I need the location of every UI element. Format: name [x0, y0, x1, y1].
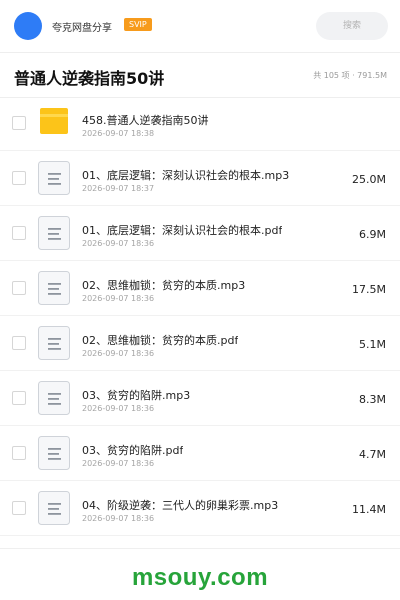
row-checkbox[interactable]	[12, 226, 26, 240]
document-icon	[38, 271, 70, 305]
document-icon	[38, 491, 70, 525]
document-icon	[38, 326, 70, 360]
svip-badge: SVIP	[124, 18, 152, 31]
divider	[0, 548, 400, 549]
file-date: 2026-09-07 18:36	[82, 514, 155, 523]
file-name: 02、思维枷锁：贫穷的本质.pdf	[82, 334, 239, 347]
top-bar: 夸克网盘分享 SVIP 搜索	[0, 0, 400, 53]
file-size: 25.0M	[352, 173, 386, 186]
folder-header: 普通人逆袭指南50讲 共 105 项 · 791.5M	[0, 53, 400, 98]
file-size: 8.3M	[359, 393, 386, 406]
file-size: 6.9M	[359, 228, 386, 241]
document-icon	[38, 216, 70, 250]
username: 夸克网盘分享	[52, 23, 112, 34]
file-date: 2026-09-07 18:36	[82, 459, 155, 468]
row-checkbox[interactable]	[12, 116, 26, 130]
file-name: 03、贫穷的陷阱.pdf	[82, 444, 184, 457]
file-date: 2026-09-07 18:38	[82, 129, 155, 138]
row-checkbox[interactable]	[12, 501, 26, 515]
file-row[interactable]: 02、思维枷锁：贫穷的本质.pdf 2026-09-07 18:36 5.1M	[0, 317, 400, 371]
row-checkbox[interactable]	[12, 391, 26, 405]
file-name: 03、贫穷的陷阱.mp3	[82, 389, 191, 402]
file-name: 02、思维枷锁：贫穷的本质.mp3	[82, 279, 246, 292]
file-row[interactable]: 01、底层逻辑：深刻认识社会的根本.mp3 2026-09-07 18:37 25.…	[0, 152, 400, 206]
document-icon	[38, 161, 70, 195]
file-row[interactable]: 01、底层逻辑：深刻认识社会的根本.pdf 2026-09-07 18:36 6.9…	[0, 207, 400, 261]
file-date: 2026-09-07 18:36	[82, 404, 155, 413]
file-name: 04、阶级逆袭：三代人的卵巢彩票.mp3	[82, 499, 279, 512]
row-checkbox[interactable]	[12, 446, 26, 460]
file-row[interactable]: 03、贫穷的陷阱.mp3 2026-09-07 18:36 8.3M	[0, 372, 400, 426]
file-name: 458.普通人逆袭指南50讲	[82, 114, 209, 127]
file-name: 01、底层逻辑：深刻认识社会的根本.pdf	[82, 224, 283, 237]
document-icon	[38, 436, 70, 470]
file-list: 458.普通人逆袭指南50讲 2026-09-07 18:38 01、底层逻辑：深刻…	[0, 97, 400, 537]
row-checkbox[interactable]	[12, 281, 26, 295]
file-row[interactable]: 458.普通人逆袭指南50讲 2026-09-07 18:38	[0, 97, 400, 151]
row-checkbox[interactable]	[12, 171, 26, 185]
file-row[interactable]: 03、贫穷的陷阱.pdf 2026-09-07 18:36 4.7M	[0, 427, 400, 481]
file-size: 4.7M	[359, 448, 386, 461]
file-row[interactable]: 02、思维枷锁：贫穷的本质.mp3 2026-09-07 18:36 17.5M	[0, 262, 400, 316]
item-summary: 共 105 项 · 791.5M	[313, 71, 387, 80]
row-checkbox[interactable]	[12, 336, 26, 350]
file-row[interactable]: 04、阶级逆袭：三代人的卵巢彩票.mp3 2026-09-07 18:36 11.4…	[0, 482, 400, 536]
watermark: msouy.com	[131, 564, 269, 591]
file-size: 17.5M	[352, 283, 386, 296]
file-size: 11.4M	[352, 503, 386, 516]
folder-icon	[40, 108, 68, 134]
file-size: 5.1M	[359, 338, 386, 351]
file-date: 2026-09-07 18:36	[82, 349, 155, 358]
page-title: 普通人逆袭指南50讲	[14, 69, 165, 88]
search-input[interactable]: 搜索	[316, 12, 388, 40]
avatar[interactable]	[14, 12, 42, 40]
file-date: 2026-09-07 18:37	[82, 184, 155, 193]
document-icon	[38, 381, 70, 415]
file-date: 2026-09-07 18:36	[82, 239, 155, 248]
file-name: 01、底层逻辑：深刻认识社会的根本.mp3	[82, 169, 290, 182]
file-date: 2026-09-07 18:36	[82, 294, 155, 303]
